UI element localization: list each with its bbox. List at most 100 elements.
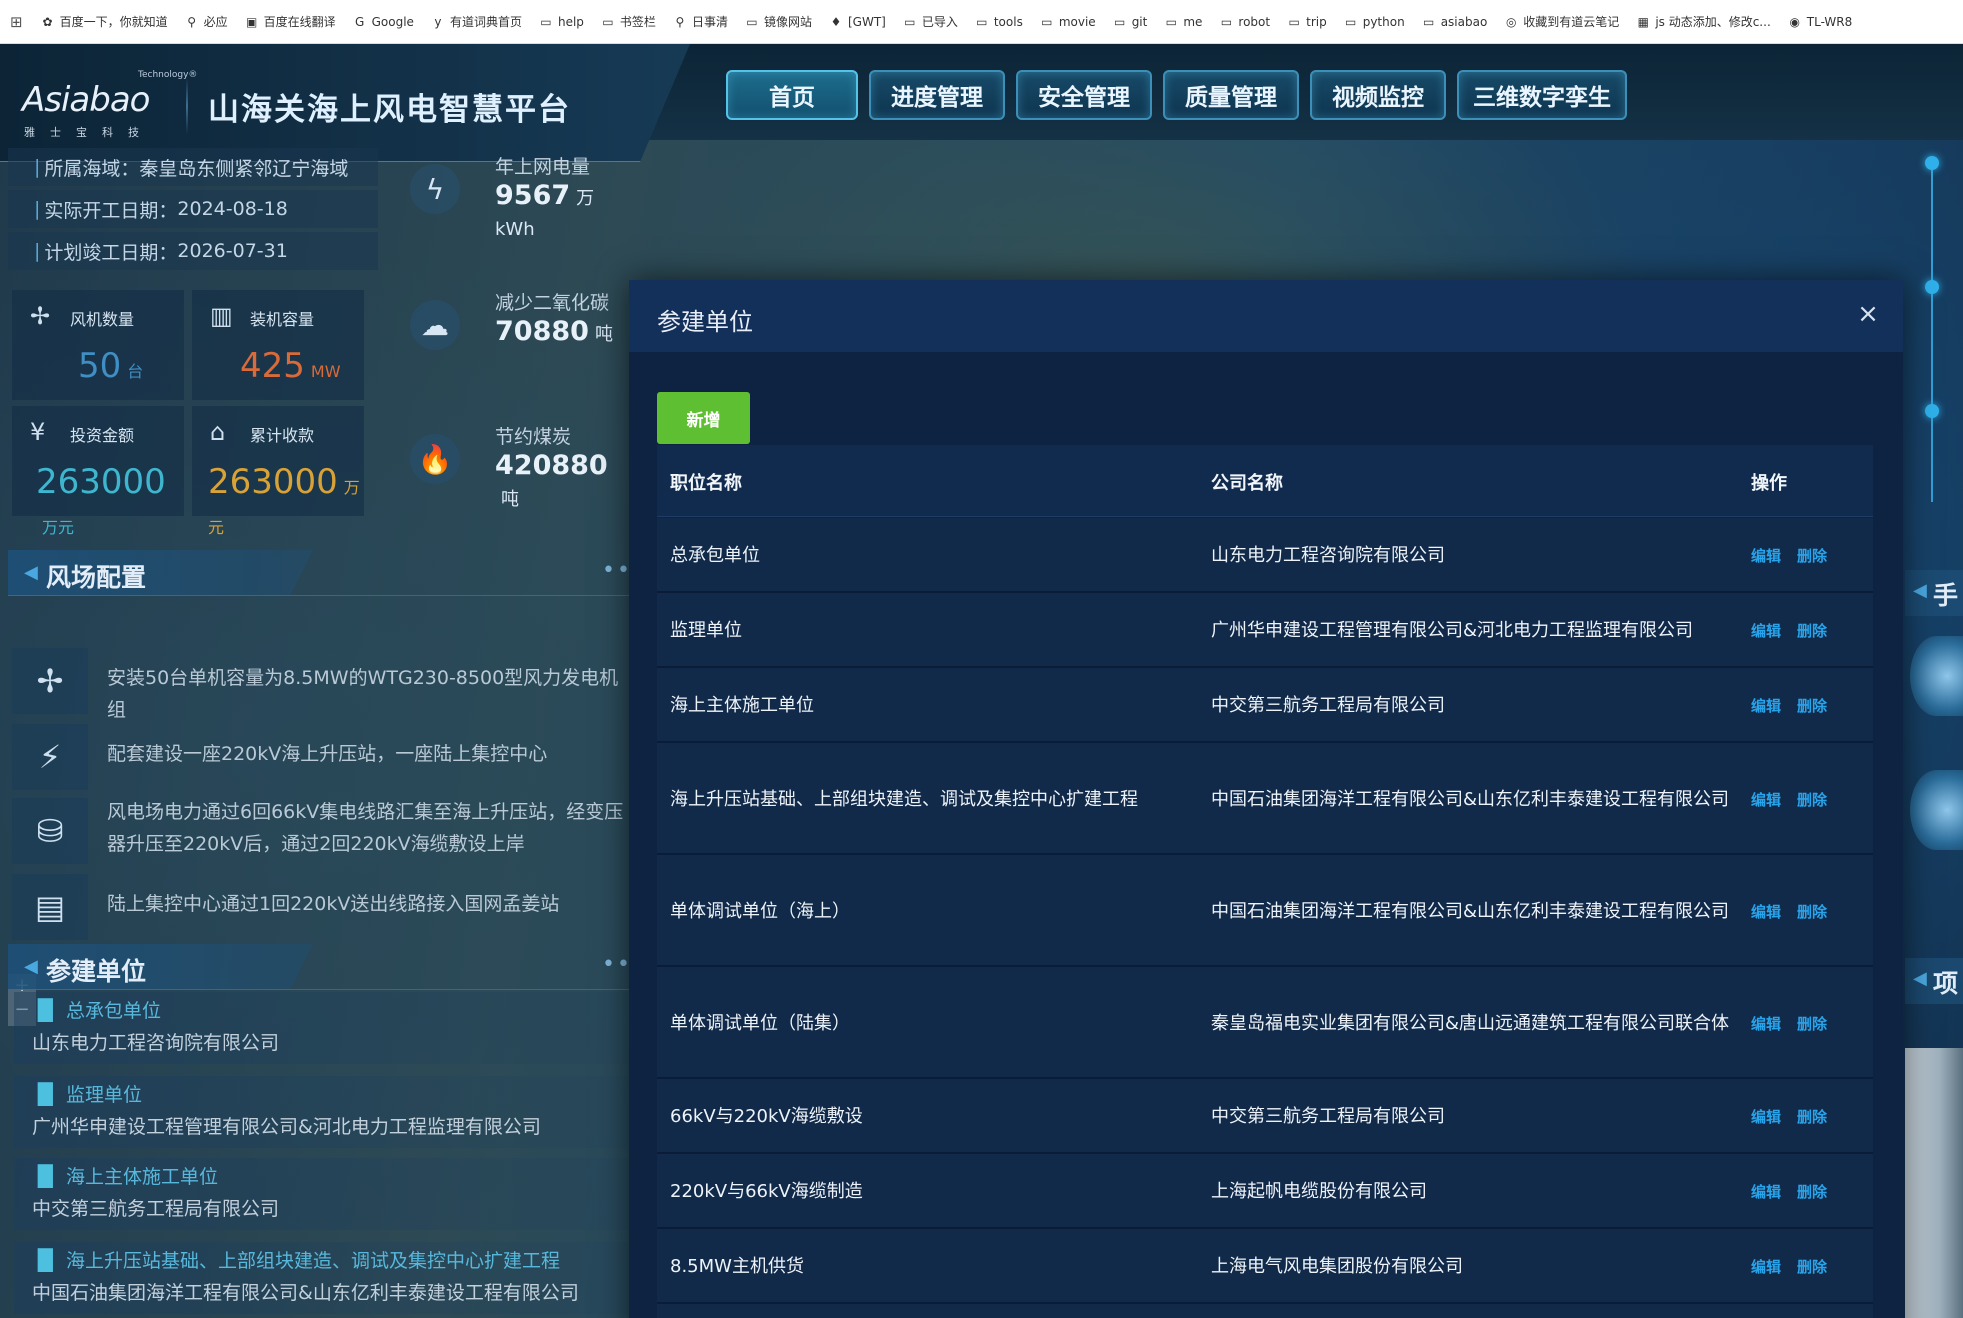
bookmark-label: js 动态添加、修改c... xyxy=(1655,15,1771,29)
config-text: 陆上集控中心通过1回220kV送出线路接入国网孟姜站 xyxy=(107,893,560,915)
bookmark-item[interactable]: ▭ asiabao xyxy=(1422,14,1488,29)
table-row: 8.5MW主机供货 上海电气风电集团股份有限公司 编辑 删除 xyxy=(657,1229,1873,1304)
bookmark-item[interactable]: G Google xyxy=(353,15,414,29)
unit-role: 海上升压站基础、上部组块建造、调试及集控中心扩建工程 xyxy=(66,1250,561,1272)
kpi-card: 🔥 节约煤炭 420880 吨 xyxy=(410,422,630,542)
add-button[interactable]: 新增 xyxy=(657,392,750,444)
edit-button[interactable]: 编辑 xyxy=(1751,1181,1781,1202)
bookmark-icon: ▭ xyxy=(1345,14,1357,29)
nav-tab-2[interactable]: 进度管理 xyxy=(869,70,1005,120)
delete-button[interactable]: 删除 xyxy=(1797,901,1827,922)
unit-list-item[interactable]: ▐▌ 监理单位 广州华申建设工程管理有限公司&河北电力工程监理有限公司 xyxy=(14,1076,630,1148)
bookmark-item[interactable]: ▭ 已导入 xyxy=(903,13,958,30)
edit-button[interactable]: 编辑 xyxy=(1751,1013,1781,1034)
bookmark-item[interactable]: ⚲ 必应 xyxy=(185,13,227,30)
stat-label: 投资金额 xyxy=(70,426,135,445)
table-row: 单体调试单位（海上） 中国石油集团海洋工程有限公司&山东亿利丰泰建设工程有限公司编… xyxy=(657,855,1873,967)
delete-button[interactable]: 删除 xyxy=(1797,1013,1827,1034)
table-header: 职位名称 公司名称 操作 xyxy=(657,445,1873,517)
company-text: 山东电力工程咨询院有限公司 xyxy=(1211,545,1445,566)
edit-button[interactable]: 编辑 xyxy=(1751,1106,1781,1127)
stat-unit: MW xyxy=(310,362,341,381)
stat-value: 263000万元 xyxy=(208,462,364,542)
bookmark-item[interactable]: ▭ git xyxy=(1113,15,1147,29)
nav-tab-5[interactable]: 视频监控 xyxy=(1310,70,1446,120)
nav-tab-4[interactable]: 质量管理 xyxy=(1163,70,1299,120)
config-text: 安装50台单机容量为8.5MW的WTG230-8500型风力发电机组 xyxy=(107,667,619,721)
delete-button[interactable]: 删除 xyxy=(1797,545,1827,566)
company-text: 中交第三航务工程局有限公司 xyxy=(1211,695,1445,716)
timeline-dot[interactable] xyxy=(1925,280,1939,294)
company-text: 中交第三航务工程局有限公司 xyxy=(1211,1106,1445,1127)
bookmark-item[interactable]: ◎ 收藏到有道云笔记 xyxy=(1504,13,1619,30)
edit-button[interactable]: 编辑 xyxy=(1751,789,1781,810)
bookmark-item[interactable]: y 有道词典首页 xyxy=(431,13,522,30)
edit-button[interactable]: 编辑 xyxy=(1751,901,1781,922)
kpi-number: 70880 xyxy=(495,316,589,347)
bookmark-item[interactable]: ⚲ 日事清 xyxy=(673,13,728,30)
kpi-value: 9567 万kWh xyxy=(495,180,630,242)
bookmark-item[interactable]: ▭ robot xyxy=(1219,15,1270,29)
bookmark-icon: ▭ xyxy=(540,14,552,29)
edit-button[interactable]: 编辑 xyxy=(1751,1256,1781,1277)
row-actions: 编辑删除 xyxy=(1751,1229,1843,1304)
stat-label: 装机容量 xyxy=(250,310,315,329)
apps-grid-icon[interactable]: ⊞ xyxy=(10,13,23,31)
bookmark-icon: ▭ xyxy=(1423,14,1435,29)
bookmark-item[interactable]: ▭ 书签栏 xyxy=(601,13,656,30)
delete-button[interactable]: 删除 xyxy=(1797,1256,1827,1277)
delete-button[interactable]: 删除 xyxy=(1797,1106,1827,1127)
timeline-dot[interactable] xyxy=(1925,156,1939,170)
delete-button[interactable]: 删除 xyxy=(1797,620,1827,641)
stat-card: ¥ 投资金额 263000 万元 xyxy=(12,406,184,537)
bookmark-item[interactable]: ▭ tools xyxy=(975,15,1023,29)
unit-list-item[interactable]: ▐▌ 总承包单位 山东电力工程咨询院有限公司 xyxy=(14,992,630,1064)
role-cell: 8.5MW主机供货 xyxy=(670,1229,1190,1304)
bookmark-item[interactable]: ✿ 百度一下，你就知道 xyxy=(41,13,168,30)
role-text: 220kV与66kV海缆制造 xyxy=(670,1181,863,1202)
timeline-dot[interactable] xyxy=(1925,404,1939,418)
unit-list-item[interactable]: ▐▌ 海上升压站基础、上部组块建造、调试及集控中心扩建工程 中国石油集团海洋工程有限… xyxy=(14,1242,630,1314)
company-cell: 广州华申建设工程管理有限公司&河北电力工程监理有限公司 xyxy=(1211,593,1731,668)
bookmark-label: 日事清 xyxy=(691,15,728,29)
timeline-line xyxy=(1931,162,1933,502)
nav-tab-1[interactable]: 首页 xyxy=(726,70,858,120)
bookmark-item[interactable]: ♦ [GWT] xyxy=(829,15,886,29)
kpi-card: ϟ 年上网电量 9567 万kWh xyxy=(410,152,630,272)
bookmark-item[interactable]: ▭ movie xyxy=(1040,15,1096,29)
right-section-header: ◀ 手 xyxy=(1905,570,1963,616)
caret-left-icon: ◀ xyxy=(1913,968,1927,989)
close-icon[interactable]: × xyxy=(1850,296,1886,332)
income-icon: ⌂ xyxy=(210,418,226,446)
stat-card: ▥ 装机容量 425 MW xyxy=(192,290,364,400)
company-text: 中国石油集团海洋工程有限公司&山东亿利丰泰建设工程有限公司 xyxy=(1211,900,1730,922)
bookmark-item[interactable]: ◉ TL-WR8 xyxy=(1788,15,1853,29)
edit-button[interactable]: 编辑 xyxy=(1751,695,1781,716)
bookmark-item[interactable]: ▭ 镜像网站 xyxy=(745,13,812,30)
bookmark-item[interactable]: ▭ help xyxy=(539,15,584,29)
section-header-line xyxy=(8,989,630,990)
bookmark-label: asiabao xyxy=(1440,14,1488,29)
bookmark-item[interactable]: ▣ 百度在线翻译 xyxy=(245,13,336,30)
stat-value: 50 台 xyxy=(78,346,143,386)
nav-tab-6[interactable]: 三维数字孪生 xyxy=(1457,70,1627,120)
unit-role: 海上主体施工单位 xyxy=(66,1166,219,1188)
bookmark-item[interactable]: ▭ me xyxy=(1164,15,1203,29)
company-cell: 中交第三航务工程局有限公司 xyxy=(1211,1079,1731,1154)
stat-number: 50 xyxy=(78,346,122,386)
info-bar: | xyxy=(34,156,41,178)
delete-button[interactable]: 删除 xyxy=(1797,695,1827,716)
bookmark-item[interactable]: ▭ trip xyxy=(1287,14,1326,29)
bookmark-icon: ▣ xyxy=(245,14,258,29)
bookmark-item[interactable]: ▦ js 动态添加、修改c... xyxy=(1636,13,1771,30)
delete-button[interactable]: 删除 xyxy=(1797,1181,1827,1202)
bookmark-icon: ▭ xyxy=(1288,14,1300,29)
edit-button[interactable]: 编辑 xyxy=(1751,620,1781,641)
role-text: 总承包单位 xyxy=(670,545,760,566)
edit-button[interactable]: 编辑 xyxy=(1751,545,1781,566)
bookmark-item[interactable]: ▭ python xyxy=(1344,15,1405,29)
unit-list-item[interactable]: ▐▌ 海上主体施工单位 中交第三航务工程局有限公司 xyxy=(14,1158,630,1230)
nav-tab-3[interactable]: 安全管理 xyxy=(1016,70,1152,120)
delete-button[interactable]: 删除 xyxy=(1797,789,1827,810)
bookmark-label: [GWT] xyxy=(847,14,886,29)
